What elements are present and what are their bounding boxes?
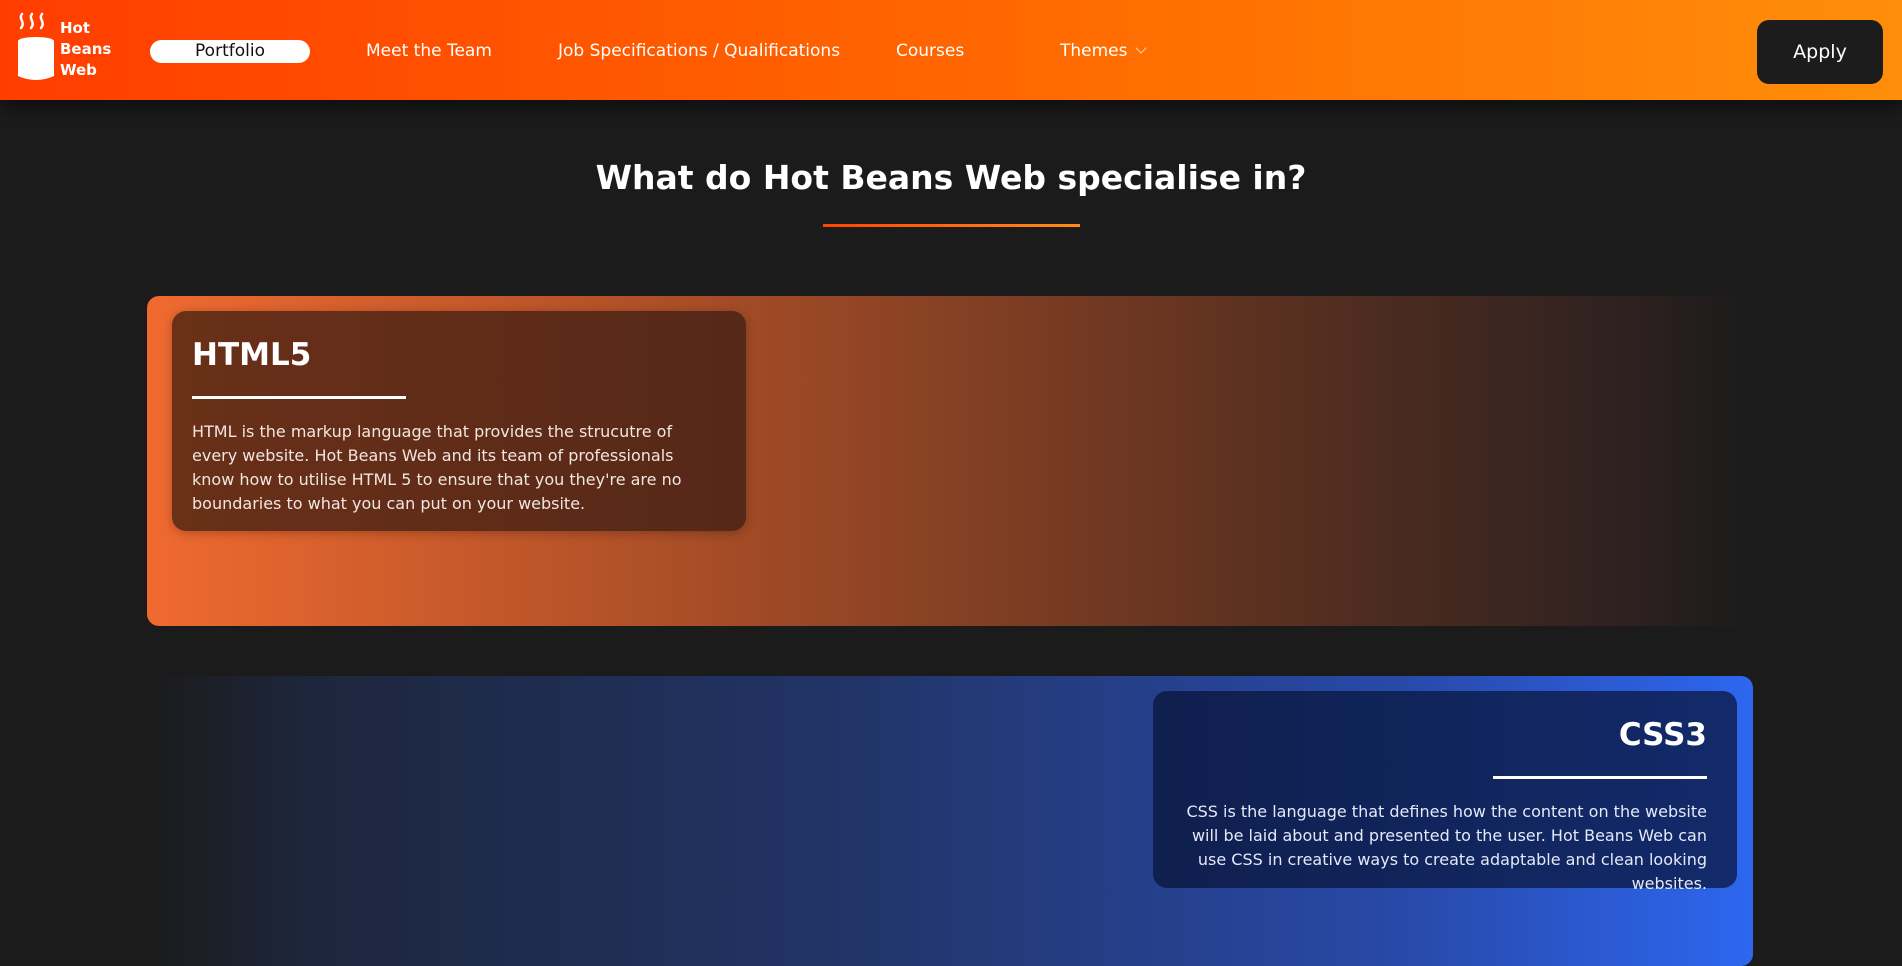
feature-card-title: HTML5 (192, 337, 312, 373)
feature-card-divider (192, 396, 406, 399)
feature-card-divider (1493, 776, 1707, 779)
feature-card-description: HTML is the markup language that provide… (192, 422, 682, 513)
brand-name-line: Web (60, 61, 97, 79)
brand-name-line: Hot (60, 19, 91, 37)
feature-card-html5: HTML5 HTML is the markup language that p… (172, 311, 746, 531)
feature-card-title: CSS3 (1618, 717, 1707, 753)
nav-item-job-specifications[interactable]: Job Specifications / Qualifications (558, 38, 840, 64)
feature-panel-css3: CSS3 CSS is the language that defines ho… (150, 676, 1753, 966)
site-header: Hot Beans Web Portfolio Meet the Team Jo… (0, 0, 1902, 100)
feature-panel-html5: HTML5 HTML is the markup language that p… (147, 296, 1752, 626)
feature-card-css3: CSS3 CSS is the language that defines ho… (1153, 691, 1737, 893)
apply-button[interactable]: Apply (1757, 20, 1883, 84)
section-title: What do Hot Beans Web specialise in? (595, 158, 1307, 197)
nav-item-portfolio[interactable]: Portfolio (150, 40, 310, 63)
nav-item-courses[interactable]: Courses (896, 38, 964, 64)
brand-logo[interactable]: Hot Beans Web (16, 12, 116, 84)
brand-name-line: Beans (60, 40, 112, 58)
title-underline (823, 224, 1080, 227)
nav-item-themes-label: Themes (1060, 41, 1128, 61)
nav-item-meet-the-team[interactable]: Meet the Team (366, 38, 492, 64)
nav-item-themes-dropdown[interactable]: Themes (1060, 38, 1147, 64)
chevron-down-icon (1134, 42, 1147, 54)
brand-name: Hot Beans Web (60, 18, 120, 81)
feature-card-description: CSS is the language that defines how the… (1186, 802, 1707, 893)
coffee-cup-icon (18, 12, 54, 80)
